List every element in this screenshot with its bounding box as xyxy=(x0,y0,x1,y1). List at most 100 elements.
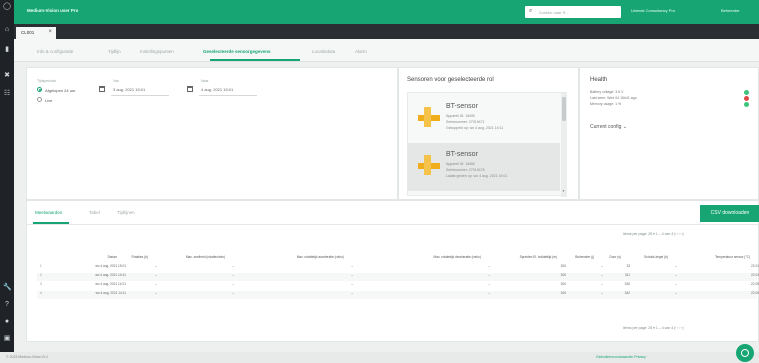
wrench-icon[interactable]: 🔧 xyxy=(3,284,12,292)
cell-door: 311 xyxy=(624,273,630,277)
calendar-icon[interactable] xyxy=(99,86,105,92)
radio-live-label: Live xyxy=(45,97,53,103)
cell-door: 342 xyxy=(624,291,630,295)
cell-door: 330 xyxy=(624,282,630,286)
table-row[interactable]: 4 wo 4 aug. 2021 14:11 – – – – 300 – 342… xyxy=(37,291,759,299)
user-icon[interactable]: ● xyxy=(3,318,11,326)
top-bar: Medium-Vision user Pro ⌕ Zoeken naar R..… xyxy=(14,0,759,24)
sensor-seen: Gekoppeld op: wo 4 aug. 2021 14:11 xyxy=(446,126,504,130)
sensor-list: BT-sensor Appareil ID: 18490 Serienummer… xyxy=(407,92,567,197)
cell-bolvenster: – xyxy=(601,291,603,295)
cell-temperatuur: 22.03 xyxy=(751,273,759,277)
search-icon: ⌕ xyxy=(529,8,533,14)
cell-max-snelheid: – xyxy=(232,264,234,268)
pager-bottom[interactable]: Items per page: 25 ▾ 1 – 4 van 4 |‹ ‹ › … xyxy=(623,326,684,330)
col-max-snelheid[interactable]: Max. snelheid (rotaties/min) xyxy=(186,255,225,259)
cell-datum: wo 4 aug. 2021 14:41 xyxy=(95,273,126,277)
cell-temperatuur: 22.06 xyxy=(751,291,759,295)
from-label: Van xyxy=(113,79,119,83)
memory-status-icon xyxy=(744,102,749,107)
cell-schokk: – xyxy=(675,291,677,295)
pager-top[interactable]: Items per page: 25 ▾ 1 – 4 van 4 |‹ ‹ › … xyxy=(623,232,684,236)
col-acceleratie[interactable]: Max. rotatietijd acceleratie (rot/s²) xyxy=(297,255,344,259)
sensor-list-scrollbar[interactable]: ▼ xyxy=(561,93,567,197)
radio-live[interactable] xyxy=(37,97,42,102)
cell-rotaties: – xyxy=(155,273,157,277)
col-buildettijd[interactable]: Spreiden El. buildettijd (m) xyxy=(520,255,557,259)
document-tab[interactable]: CL001 × xyxy=(16,27,56,39)
tab-meetwaarden[interactable]: Meetwaarden xyxy=(35,210,62,215)
sensor-item-selected[interactable]: BT-sensor Appareil ID: 15460 Serienummer… xyxy=(408,143,560,191)
sensor-icon xyxy=(418,107,440,127)
col-temperatuur[interactable]: Temperatuur sensor (°C) xyxy=(715,255,750,259)
col-deceleratie[interactable]: Max. rotatietijd deceleratie (rot/s²) xyxy=(434,255,481,259)
tools-icon[interactable]: ✖ xyxy=(3,72,11,80)
health-panel: Health Battery voltage: 3.6 V Last seen:… xyxy=(579,67,759,200)
table-row[interactable]: 1 wo 4 aug. 2021 15:01 – – – – 300 – 33 … xyxy=(37,264,759,272)
cell-datum: wo 4 aug. 2021 15:01 xyxy=(95,264,126,268)
tab-alarm[interactable]: Alarm xyxy=(355,49,367,54)
cell-schokk: – xyxy=(675,273,677,277)
calendar-icon[interactable] xyxy=(187,86,193,92)
logout-icon[interactable]: ▣ xyxy=(3,335,11,343)
last-seen-status-icon xyxy=(744,96,749,101)
scrollbar-thumb[interactable] xyxy=(562,97,566,121)
cell-max-snelheid: – xyxy=(232,291,234,295)
home-icon[interactable]: ⌂ xyxy=(3,26,11,34)
col-door[interactable]: Door (s) xyxy=(609,255,621,259)
col-schokk[interactable]: Schokk-kegel (#) xyxy=(644,255,668,259)
document-tab-strip: CL001 × xyxy=(14,24,759,39)
sensors-panel: Sensoren voor geselecteerde rol BT-senso… xyxy=(398,67,579,200)
col-bolvenster[interactable]: Bolvenster (j) xyxy=(575,255,594,259)
row-number: 1 xyxy=(40,264,42,268)
tab-tijdlijnen[interactable]: Tijdlijnen xyxy=(117,210,135,215)
tab-instellingspunten[interactable]: Instellingspunten xyxy=(140,49,174,54)
cell-datum: wo 4 aug. 2021 14:21 xyxy=(95,282,126,286)
cell-bolvenster: – xyxy=(601,282,603,286)
chat-button[interactable] xyxy=(736,344,754,362)
from-date[interactable]: 3 aug. 2021 15:01 xyxy=(113,87,145,92)
sensor-name: BT-sensor xyxy=(446,151,478,158)
filter-panel: Tijdsperiode Afgelopen 24 uur Live Van 3… xyxy=(26,67,398,200)
organization-switcher[interactable]: Unimek Consultancy Pro xyxy=(631,8,675,13)
cell-buildettijd: 300 xyxy=(560,282,566,286)
help-icon[interactable]: ? xyxy=(3,301,11,309)
cell-buildettijd: 300 xyxy=(560,291,566,295)
table-row[interactable]: 3 wo 4 aug. 2021 14:21 – – – – 300 – 330… xyxy=(37,282,759,290)
memory-usage: Memory usage: 1 % xyxy=(590,102,622,106)
sensor-serial: Serienummer: 27019478 xyxy=(446,168,485,172)
radio-custom[interactable] xyxy=(37,87,42,92)
col-rotaties[interactable]: Rotaties (#) xyxy=(132,255,148,259)
tab-locatiedata[interactable]: Locatiedata xyxy=(312,49,335,54)
row-number: 4 xyxy=(40,291,42,295)
scroll-down-icon[interactable]: ▼ xyxy=(562,189,565,193)
from-underline xyxy=(111,95,169,96)
tab-tijdlijn[interactable]: Tijdlijn xyxy=(108,49,121,54)
user-menu[interactable]: Beheerder xyxy=(721,8,740,13)
close-icon[interactable]: × xyxy=(48,29,52,35)
search-input[interactable]: ⌕ Zoeken naar R... xyxy=(525,6,621,18)
cell-bolvenster: – xyxy=(601,264,603,268)
csv-download-button[interactable]: CSV downloaden xyxy=(700,205,759,222)
table-row[interactable]: 2 wo 4 aug. 2021 14:41 – – – – 300 – 311… xyxy=(37,273,759,281)
sensor-seen: Laatst gezien op: wo 4 aug. 2021 15:01 xyxy=(446,174,508,178)
tab-info[interactable]: Info & configuratie xyxy=(37,49,73,54)
current-config-label: Current config xyxy=(590,124,622,130)
to-date[interactable]: 4 aug. 2021 15:01 xyxy=(201,87,233,92)
grid-icon[interactable]: ☷ xyxy=(3,90,11,98)
app-logo-icon[interactable]: ◯ xyxy=(3,3,11,11)
col-datum[interactable]: Datum xyxy=(108,255,117,259)
health-title: Health xyxy=(590,77,608,83)
tab-sensorgegevens[interactable]: Geselecteerde sensorgegevens xyxy=(203,49,271,54)
current-config-toggle[interactable]: Current config ⌄ xyxy=(590,124,627,130)
cell-rotaties: – xyxy=(155,264,157,268)
cell-acceleratie: – xyxy=(351,264,353,268)
app-title: Medium-Vision user Pro xyxy=(27,8,79,13)
sensor-item[interactable]: BT-sensor Appareil ID: 18490 Serienummer… xyxy=(408,95,560,143)
cell-temperatuur: 22.01 xyxy=(751,264,759,268)
sensor-icon xyxy=(418,155,440,175)
footer-links[interactable]: Gebruikersvoorwaarden Privacy xyxy=(596,355,646,359)
document-icon[interactable]: ▮ xyxy=(3,46,11,54)
tab-tabel[interactable]: Tabel xyxy=(89,210,100,215)
active-tab-indicator xyxy=(210,59,300,61)
